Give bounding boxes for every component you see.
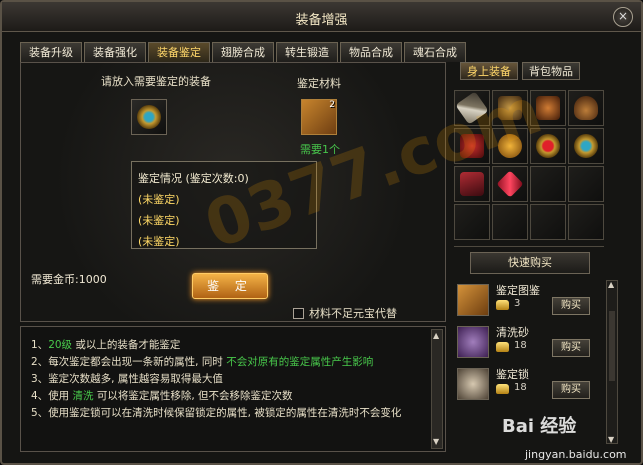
inventory-slot[interactable] (454, 204, 490, 240)
inventory-slot[interactable] (492, 204, 528, 240)
instruction-line: 3、鉴定次数越多, 属性越容易取得最大值 (31, 373, 223, 385)
instruction-line: 1、20级 或以上的装备才能鉴定 (31, 339, 181, 351)
equip-prompt-label: 请放入需要鉴定的装备 (101, 75, 211, 88)
shop-scrollbar[interactable]: ▲ ▼ (606, 280, 618, 444)
inventory-slot[interactable] (568, 90, 604, 126)
inventory-slot[interactable] (568, 166, 604, 202)
scroll-thumb[interactable] (609, 311, 615, 381)
boots-icon (460, 172, 484, 196)
quick-buy-item: 鉴定锁 18 购买 (454, 366, 604, 404)
buy-button[interactable]: 购买 (552, 381, 590, 399)
quick-buy-item: 清洗砂 18 购买 (454, 324, 604, 362)
item-price: 3 (514, 298, 521, 309)
instruction-line: 5、使用鉴定锁可以在清洗时候保留锁定的属性, 被锁定的属性在清洗时不会变化 (31, 407, 402, 419)
scroll-icon (457, 284, 489, 316)
inventory-slot[interactable] (568, 204, 604, 240)
ingot-icon (496, 342, 509, 352)
instruction-line: 2、每次鉴定都会出现一条新的属性, 同时 不会对原有的鉴定属性产生影响 (31, 356, 374, 368)
ingot-substitute-checkbox[interactable]: 材料不足元宝代替 (293, 305, 397, 321)
quick-buy-header: 快速购买 (470, 252, 590, 274)
instruction-scrollbar[interactable]: ▲ ▼ (431, 329, 443, 449)
sand-icon (457, 326, 489, 358)
instruction-text: 1、20级 或以上的装备才能鉴定 2、每次鉴定都会出现一条新的属性, 同时 不会… (31, 337, 423, 422)
checkbox-label: 材料不足元宝代替 (309, 307, 397, 320)
identify-button[interactable]: 鉴 定 (192, 273, 268, 299)
equipment-enhance-window: 装备增强 × 装备升级 装备强化 装备鉴定 翅膀合成 转生锻造 物品合成 魂石合… (0, 0, 643, 465)
tab-strengthen[interactable]: 装备强化 (84, 42, 146, 62)
lock-icon (457, 368, 489, 400)
scroll-down-icon[interactable]: ▼ (433, 438, 441, 446)
material-quantity: 2 (329, 100, 335, 110)
tab-rebirth-forge[interactable]: 转生锻造 (276, 42, 338, 62)
material-slot[interactable]: 2 (301, 99, 337, 135)
baidu-url: jingyan.baidu.com (525, 448, 627, 461)
item-price: 18 (514, 340, 527, 351)
scroll-up-icon[interactable]: ▲ (608, 280, 614, 289)
gold-required-label: 需要金币:1000 (31, 273, 107, 286)
material-label: 鉴定材料 (297, 77, 341, 90)
inventory-slot[interactable] (568, 128, 604, 164)
close-button[interactable]: × (613, 7, 633, 27)
checkbox-icon[interactable] (293, 307, 304, 319)
tab-identify[interactable]: 装备鉴定 (148, 42, 210, 62)
instruction-line: 4、使用 清洗 可以将鉴定属性移除, 但不会移除鉴定次数 (31, 390, 293, 402)
baidu-watermark: Bai 经验 (502, 416, 577, 437)
inventory-divider (454, 246, 604, 247)
item-name: 鉴定锁 (496, 368, 529, 381)
scroll-up-icon[interactable]: ▲ (433, 332, 441, 340)
item-name: 鉴定图鉴 (496, 284, 540, 297)
ring-blue-icon (574, 134, 598, 158)
window-title: 装备增强 (295, 13, 348, 28)
tab-bag-items[interactable]: 背包物品 (522, 62, 580, 80)
scroll-down-icon[interactable]: ▼ (608, 435, 614, 444)
tab-item-synthesis[interactable]: 物品合成 (340, 42, 402, 62)
titlebar: 装备增强 × (2, 2, 641, 32)
tab-soulstone-synthesis[interactable]: 魂石合成 (404, 42, 466, 62)
tab-wing-synthesis[interactable]: 翅膀合成 (212, 42, 274, 62)
inventory-slot[interactable] (492, 166, 528, 202)
ingot-icon (496, 300, 509, 310)
equipment-slot[interactable] (131, 99, 167, 135)
item-name: 清洗砂 (496, 326, 529, 339)
buy-button[interactable]: 购买 (552, 297, 590, 315)
helmet-icon (574, 96, 598, 120)
item-price: 18 (514, 382, 527, 393)
tab-upgrade[interactable]: 装备升级 (20, 42, 82, 62)
quick-buy-item: 鉴定图鉴 3 购买 (454, 282, 604, 320)
inventory-slot[interactable] (530, 204, 566, 240)
inventory-slot[interactable] (530, 166, 566, 202)
buy-button[interactable]: 购买 (552, 339, 590, 357)
top-tabs: 装备升级 装备强化 装备鉴定 翅膀合成 转生锻造 物品合成 魂石合成 (20, 42, 468, 62)
tab-equipped-items[interactable]: 身上装备 (460, 62, 518, 80)
ingot-icon (496, 384, 509, 394)
gem-icon (496, 170, 524, 198)
instruction-panel: 1、20级 或以上的装备才能鉴定 2、每次鉴定都会出现一条新的属性, 同时 不会… (20, 326, 446, 452)
ring-icon (132, 100, 168, 136)
